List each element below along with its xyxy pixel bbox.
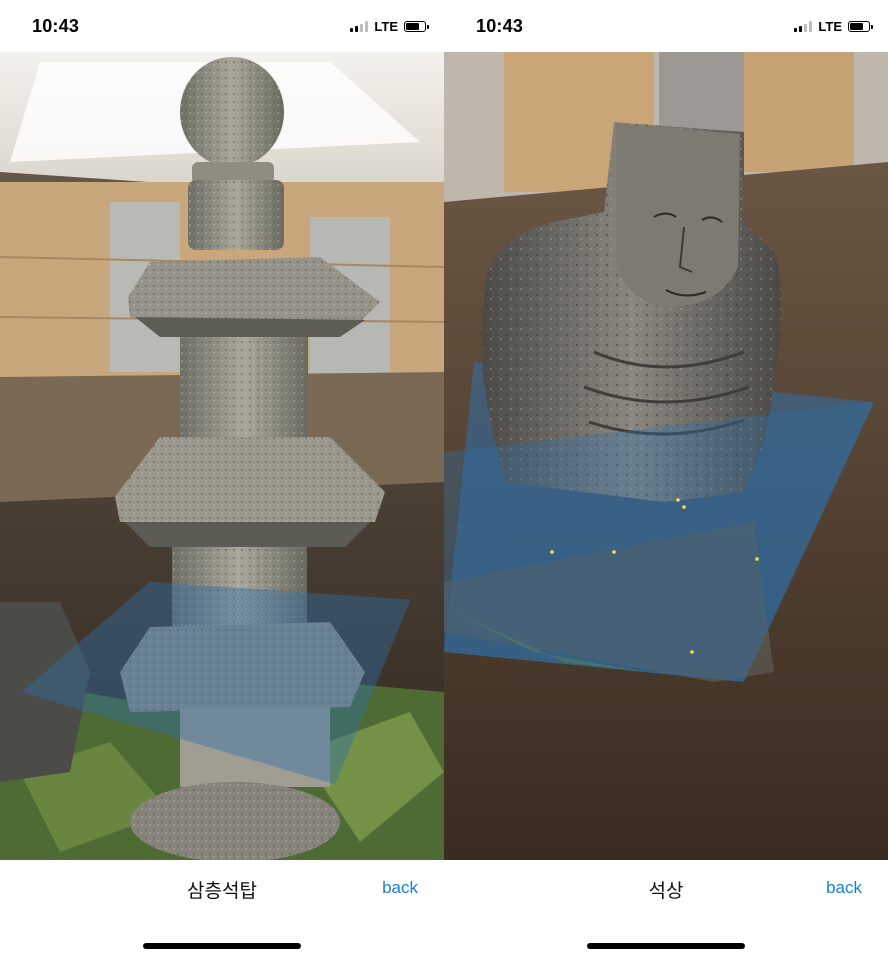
cellular-signal-icon: [350, 21, 369, 32]
model-title: 석상: [648, 881, 684, 902]
battery-icon: [404, 21, 429, 32]
comparison-screens: 10:43 LTE 삼층석탑 back 10:43 LTE 석상 back: [0, 0, 888, 960]
network-type-label: LTE: [818, 19, 842, 34]
ar-screen-statue: 10:43 LTE 석상 back: [444, 0, 888, 960]
ar-camera-view[interactable]: [0, 52, 444, 860]
home-indicator[interactable]: [587, 943, 745, 949]
bottom-bar: 삼층석탑 back: [0, 860, 444, 960]
back-button[interactable]: back: [826, 878, 862, 898]
ar-camera-view[interactable]: [444, 52, 888, 860]
back-button[interactable]: back: [382, 878, 418, 898]
ar-screen-pagoda: 10:43 LTE 삼층석탑 back: [0, 0, 444, 960]
bottom-bar: 석상 back: [444, 860, 888, 960]
home-indicator[interactable]: [143, 943, 301, 949]
battery-icon: [848, 21, 873, 32]
network-type-label: LTE: [374, 19, 398, 34]
status-time: 10:43: [32, 16, 80, 36]
status-bar: 10:43 LTE: [444, 0, 888, 52]
model-title: 삼층석탑: [187, 881, 257, 902]
status-time: 10:43: [476, 16, 524, 36]
cellular-signal-icon: [794, 21, 813, 32]
status-bar: 10:43 LTE: [0, 0, 444, 52]
